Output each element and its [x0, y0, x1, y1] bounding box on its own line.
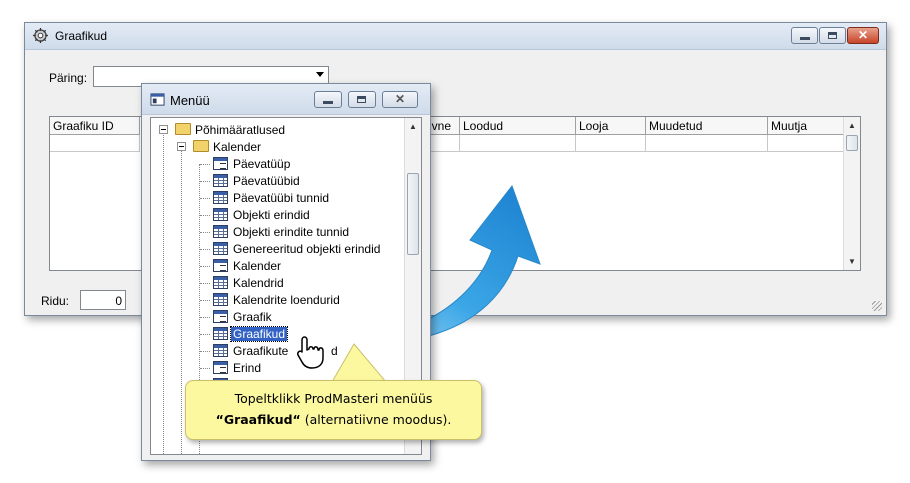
callout-line-2: “Graafikud“ (alternatiivne moodus). — [186, 412, 481, 427]
callout-bold: “Graafikud“ — [215, 412, 301, 427]
table-icon — [213, 225, 228, 238]
tree-item-kalendrid[interactable]: Kalendrid — [155, 275, 395, 291]
collapse-icon[interactable] — [177, 142, 186, 151]
table-icon — [213, 191, 228, 204]
tree-item-genereeritud-objekti-erindid[interactable]: Genereeritud objekti erindid — [155, 241, 395, 257]
menu-minimize-button[interactable] — [314, 91, 342, 108]
tree-item-label: Päevatüübid — [233, 174, 300, 188]
tree-line — [200, 368, 210, 369]
table-icon — [213, 327, 228, 340]
tree-line — [200, 300, 210, 301]
callout-line-1: Topeltklikk ProdMasteri menüüs — [234, 391, 433, 406]
tree-item-paevatyybi-tunnid[interactable]: Päevatüübi tunnid — [155, 190, 395, 206]
form-icon — [213, 259, 228, 272]
table-icon — [213, 242, 228, 255]
menu-titlebar[interactable]: Menüü ✕ — [142, 84, 430, 115]
collapse-icon[interactable] — [159, 125, 168, 134]
tree-item-label: Kalendrite loendurid — [233, 293, 340, 307]
tree-item-label: Päevatüüp — [233, 157, 291, 171]
menu-close-button[interactable]: ✕ — [382, 91, 418, 108]
tree-line — [200, 266, 210, 267]
tree-item-kalendrite-loendurid[interactable]: Kalendrite loendurid — [155, 292, 395, 308]
table-icon — [213, 174, 228, 187]
tip-callout: Topeltklikk ProdMasteri menüüs “Graafiku… — [185, 380, 482, 440]
tree-item-objekti-erindite-tunnid[interactable]: Objekti erindite tunnid — [155, 224, 395, 240]
folder-open-icon — [175, 123, 191, 135]
tree-item-label: Päevatüübi tunnid — [233, 191, 330, 205]
tree-line — [200, 232, 210, 233]
table-icon — [213, 344, 228, 357]
tree-item-label: Erind — [233, 361, 262, 375]
menu-maximize-button[interactable] — [348, 91, 376, 108]
tree-item-label: Kalendrid — [233, 276, 284, 290]
close-icon: ✕ — [394, 92, 406, 106]
callout-rest: (alternatiivne moodus). — [300, 412, 452, 427]
tree-item-label: Kalender — [213, 140, 262, 154]
callout-pointer — [331, 343, 388, 383]
tree-item-label: Graafik — [233, 310, 272, 324]
tree-item-label: Objekti erindite tunnid — [233, 225, 350, 239]
tree-item-label: Graafikute — [233, 344, 289, 358]
tree-line — [200, 351, 210, 352]
tree-line — [200, 334, 210, 335]
tree-item-graafikud[interactable]: Graafikud — [155, 326, 395, 342]
tree-item-pohimaaratlused[interactable]: Põhimääratlused — [155, 122, 395, 138]
form-icon — [213, 361, 228, 374]
scrollbar-thumb[interactable] — [407, 173, 419, 255]
minimize-icon — [323, 101, 333, 104]
tree-line — [200, 317, 210, 318]
tree-item-kalender[interactable]: Kalender — [155, 258, 395, 274]
tree-item-label: Objekti erindid — [233, 208, 310, 222]
form-icon — [213, 310, 228, 323]
tree-item-label: Põhimääratlused — [195, 123, 286, 137]
tree-item-paevatyyp[interactable]: Päevatüüp — [155, 156, 395, 172]
tree-item-objekti-erindid[interactable]: Objekti erindid — [155, 207, 395, 223]
tree-item-label: Kalender — [233, 259, 282, 273]
table-icon — [213, 293, 228, 306]
maximize-icon — [357, 96, 366, 103]
scroll-up-icon[interactable]: ▲ — [405, 122, 421, 131]
tree-line — [200, 181, 210, 182]
tree-line — [200, 164, 210, 165]
tree-item-graafik[interactable]: Graafik — [155, 309, 395, 325]
tree-line — [200, 198, 210, 199]
tree-item-label: Genereeritud objekti erindid — [233, 242, 381, 256]
tree-line — [200, 215, 210, 216]
menu-title: Menüü — [170, 93, 210, 108]
tree-item-label-selected: Graafikud — [229, 326, 289, 342]
table-icon — [213, 276, 228, 289]
window-icon — [150, 93, 165, 106]
tree-item-paevatyybid[interactable]: Päevatüübid — [155, 173, 395, 189]
tree-item-kalender-folder[interactable]: Kalender — [155, 139, 395, 155]
tree-line — [200, 249, 210, 250]
form-icon — [213, 157, 228, 170]
table-icon — [213, 208, 228, 221]
folder-open-icon — [193, 140, 209, 152]
tree-line — [200, 283, 210, 284]
